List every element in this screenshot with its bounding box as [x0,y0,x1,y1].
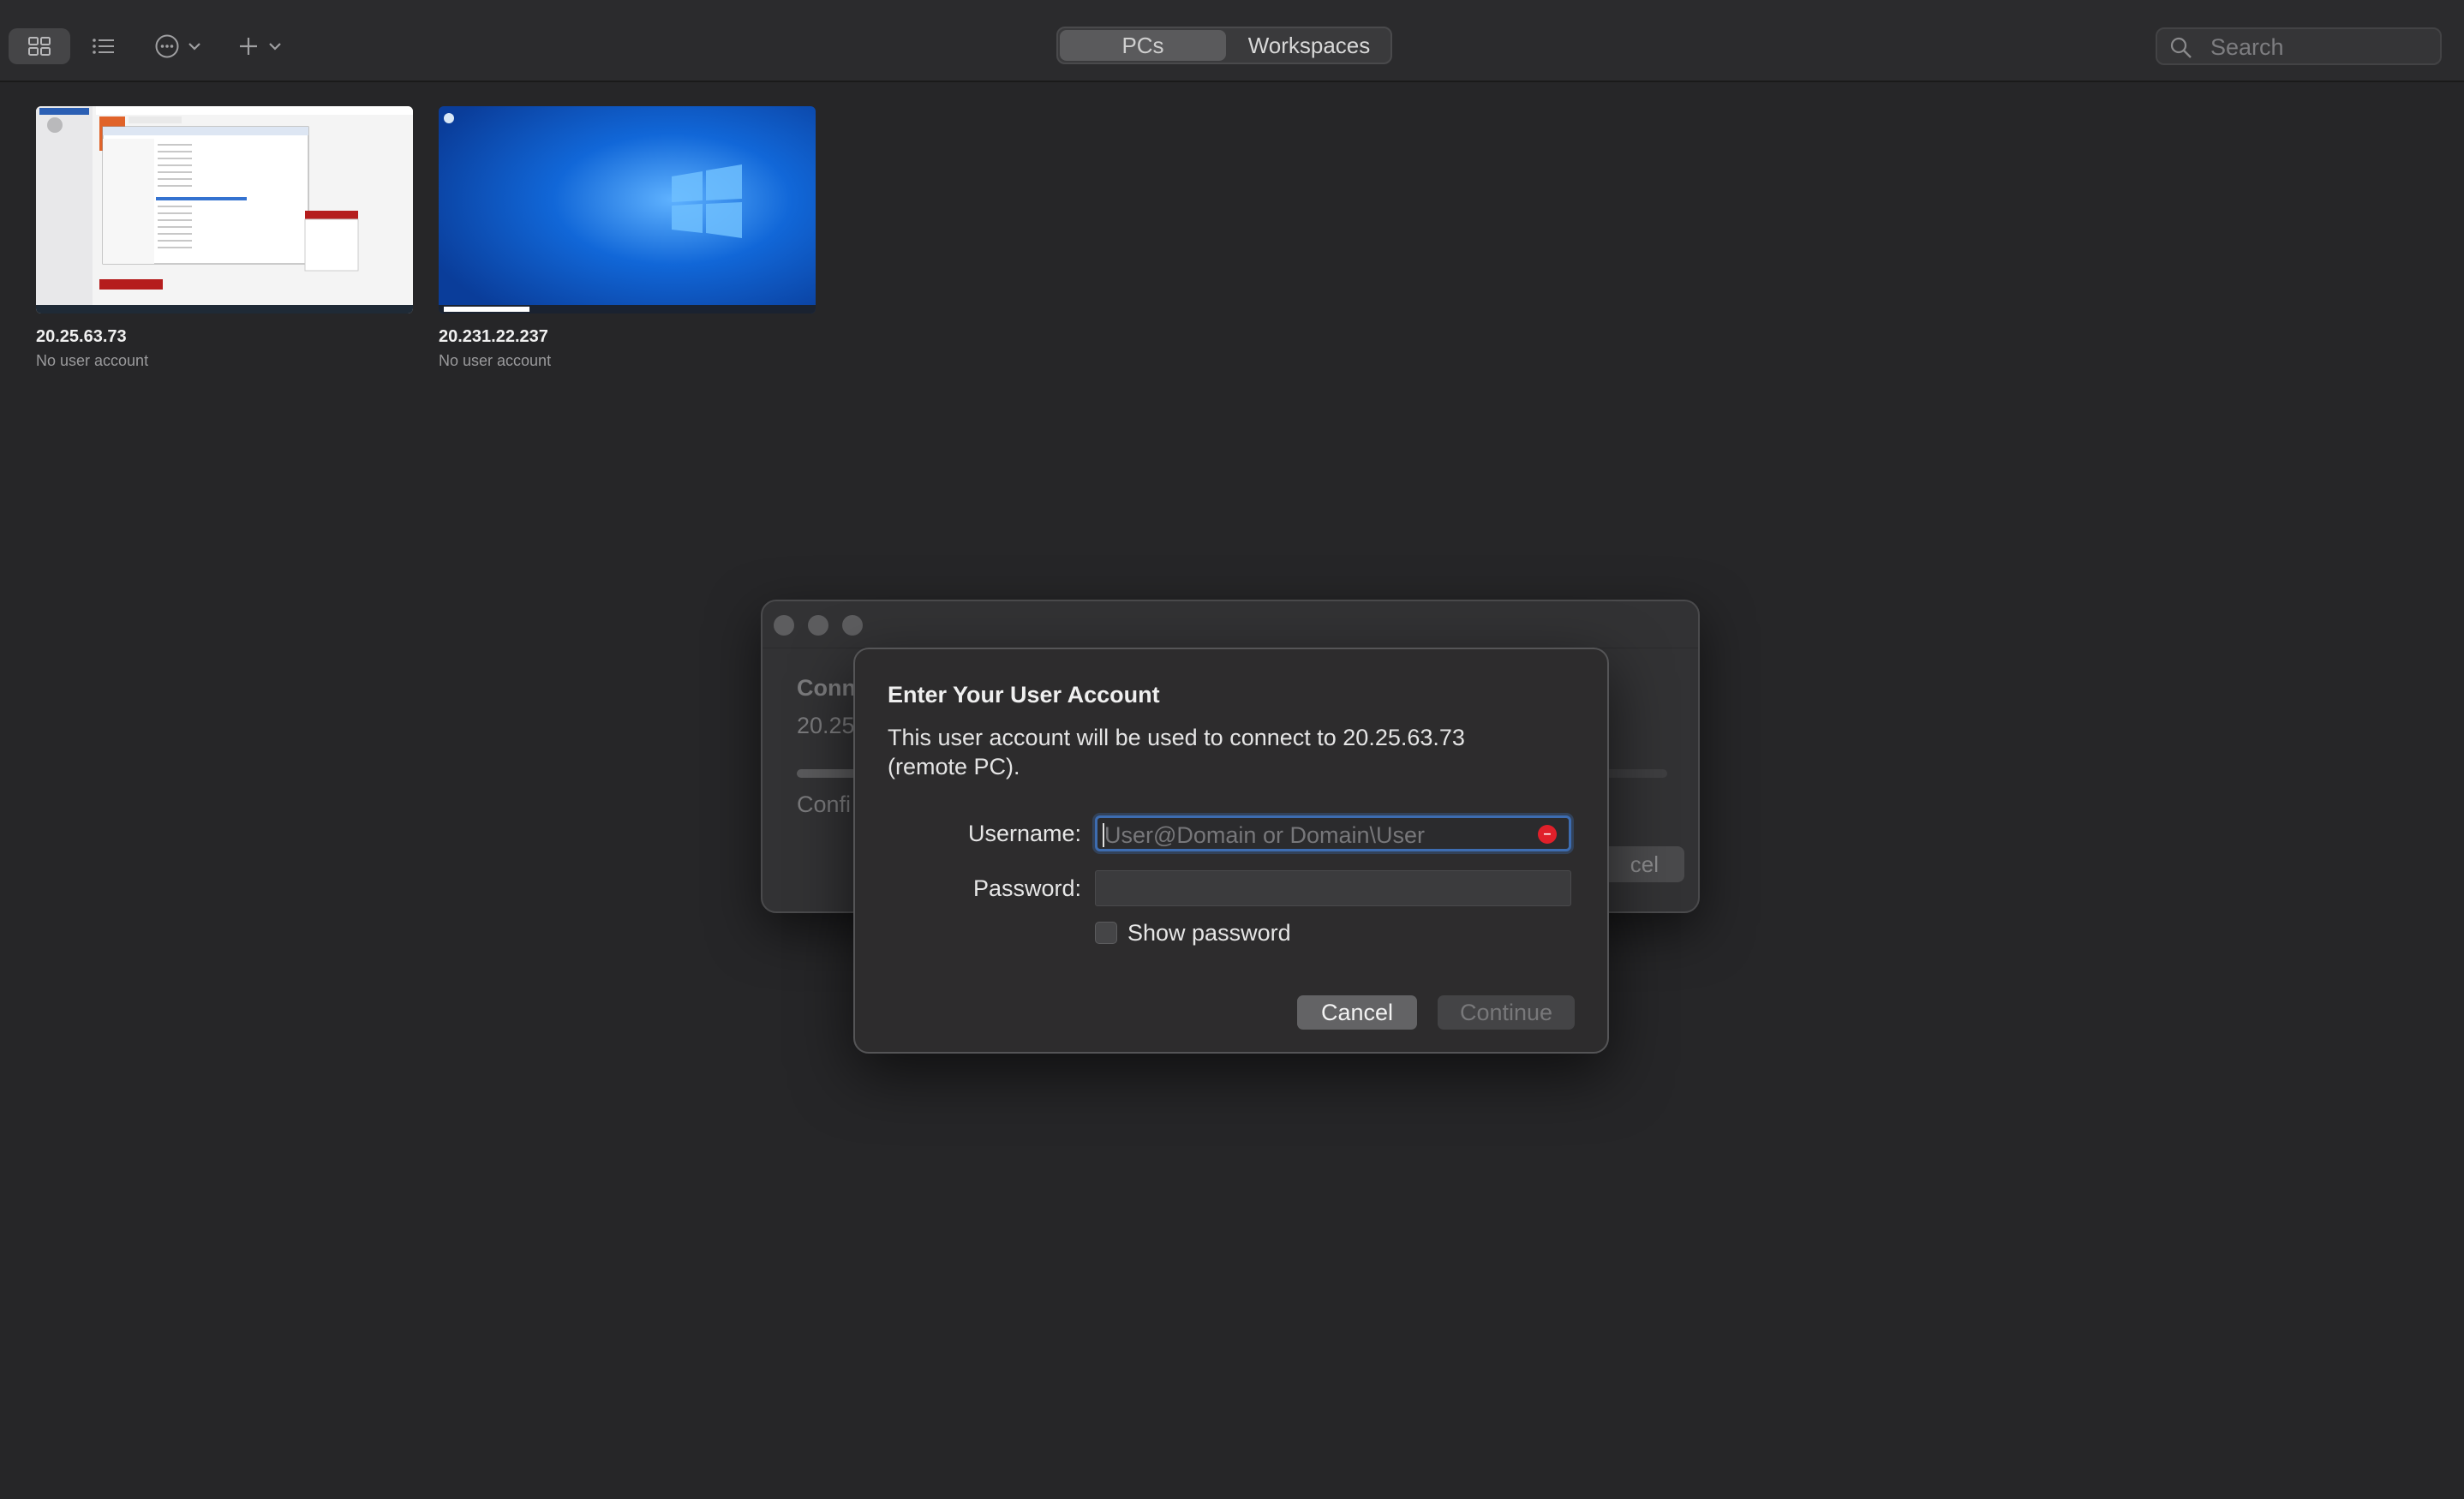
search-placeholder: Search [2210,34,2284,60]
chevron-down-icon [269,43,281,51]
view-segmented-control: PCs Workspaces [1056,27,1392,64]
toolbar: PCs Workspaces Search [0,0,2464,82]
pc-name: 20.25.63.73 [36,327,127,346]
window-titlebar [763,601,1698,648]
chevron-down-icon [188,43,200,51]
pc-name: 20.231.22.237 [439,327,548,346]
connecting-status: Confi [797,791,852,817]
connecting-address: 20.25 [797,713,855,738]
username-placeholder: User@Domain or Domain\User [1104,822,1426,848]
pc-thumbnail[interactable] [36,106,413,314]
pc-tile[interactable]: 20.25.63.73 No user account [36,106,413,370]
search-input[interactable]: Search [2156,27,2442,65]
pc-account: No user account [36,352,149,369]
pc-thumbnail[interactable] [439,106,816,314]
search-icon [2170,37,2192,58]
pc-tile[interactable]: 20.231.22.237 No user account [439,106,816,370]
tab-pcs[interactable]: PCs [1060,30,1226,61]
grid-view-button[interactable] [9,28,70,64]
grid-icon [28,37,51,56]
show-password-checkbox[interactable] [1095,922,1117,944]
plus-icon [240,38,257,55]
dialog-title: Enter Your User Account [888,682,1160,708]
username-field[interactable]: User@Domain or Domain\User – [1095,815,1571,851]
add-button[interactable] [230,28,291,64]
user-account-dialog: Enter Your User Account This user accoun… [853,648,1609,1054]
close-window-button[interactable] [774,615,794,636]
list-view-button[interactable] [82,28,125,64]
password-field[interactable] [1095,870,1571,906]
continue-button[interactable]: Continue [1438,995,1575,1030]
minimize-window-button[interactable] [808,615,828,636]
remote-desktop-preview [36,106,413,314]
ellipsis-circle-icon [155,34,179,58]
zoom-window-button[interactable] [842,615,863,636]
connecting-title: Conn [797,675,856,701]
pc-account: No user account [439,352,552,369]
password-label: Password: [972,875,1081,901]
windows-desktop-preview [439,106,816,314]
username-label: Username: [967,821,1081,846]
more-actions-button[interactable] [147,28,209,64]
cancel-button[interactable]: Cancel [1297,995,1417,1030]
list-icon [93,39,114,54]
show-password-label[interactable]: Show password [1127,920,1291,947]
tab-workspaces[interactable]: Workspaces [1228,30,1390,61]
error-icon: – [1538,825,1557,844]
dialog-message: This user account will be used to connec… [888,725,1465,779]
